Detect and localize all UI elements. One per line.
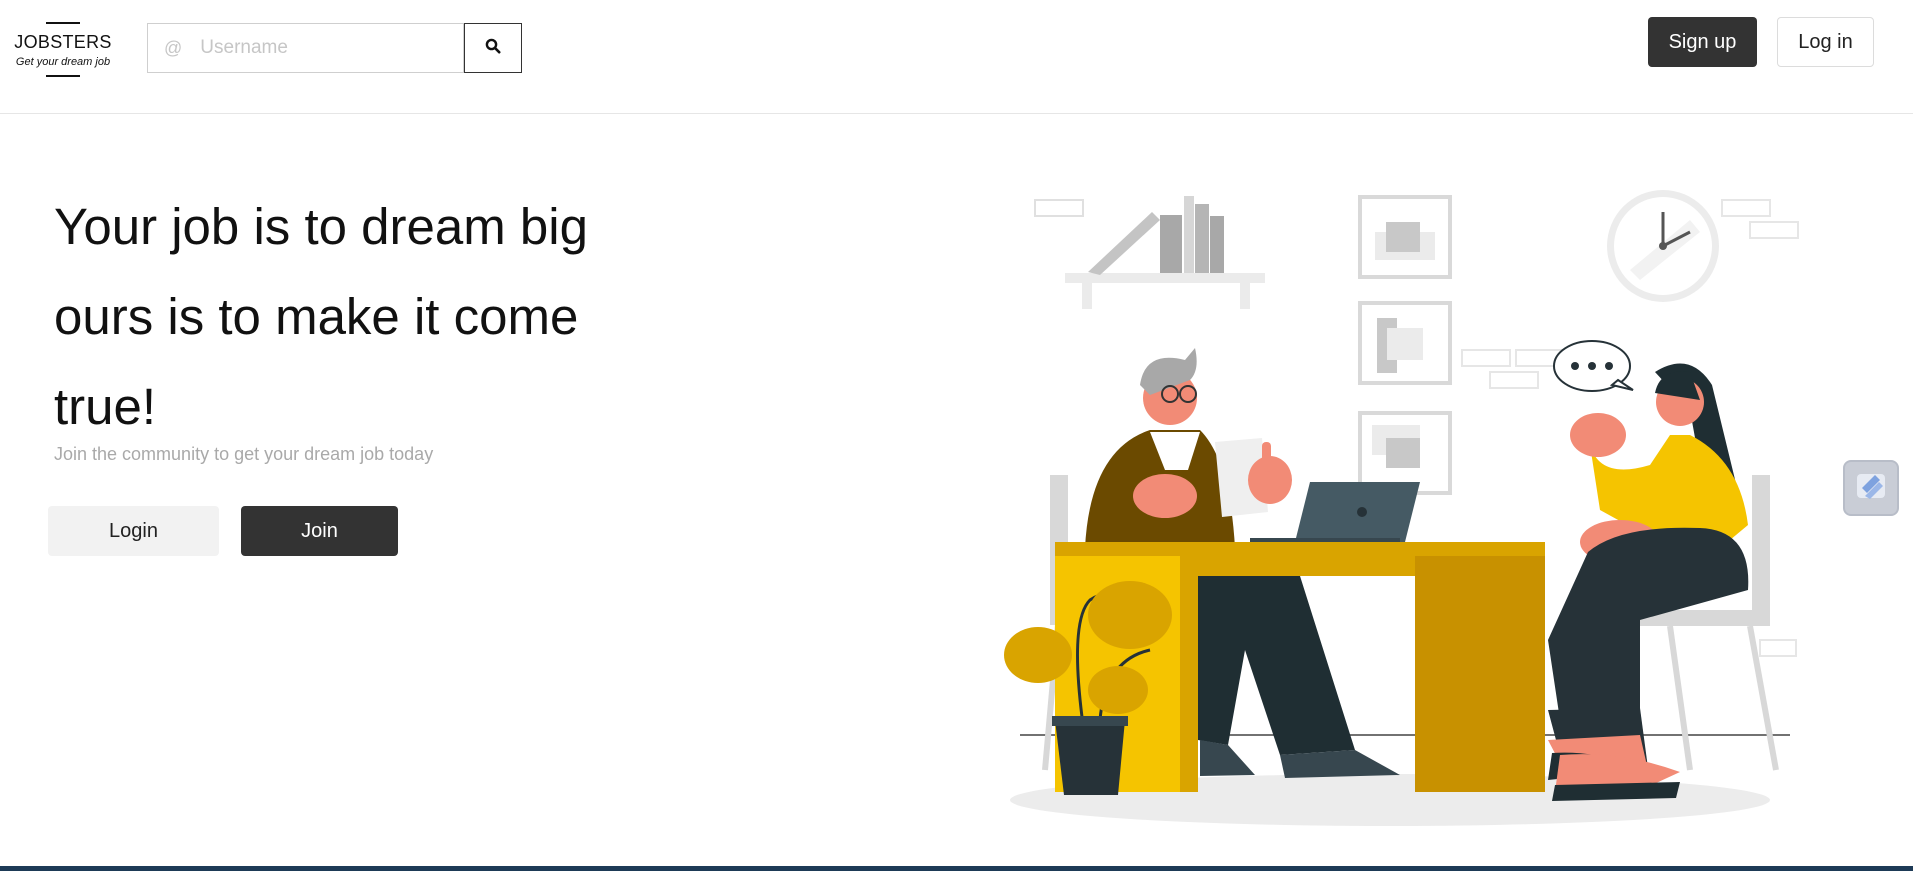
brand-name: JOBSTERS — [14, 32, 112, 52]
speech-bubble — [1553, 340, 1634, 392]
search-field-wrapper: @ — [147, 23, 464, 73]
hero-title-line-2: ours is to make it come — [54, 288, 579, 345]
login-nav-button[interactable]: Log in — [1777, 17, 1874, 67]
bookshelf — [1034, 196, 1265, 309]
hero-join-button[interactable]: Join — [241, 506, 398, 556]
brand-tagline: Get your dream job — [15, 56, 111, 68]
wall-clock — [1607, 190, 1719, 302]
search-icon — [485, 38, 501, 58]
hero-login-button[interactable]: Login — [48, 506, 219, 556]
at-sign-prefix: @ — [164, 37, 183, 58]
hero-title-line-3: true! — [54, 378, 157, 435]
logo-top-line — [46, 22, 80, 24]
search-button[interactable] — [464, 23, 522, 73]
brand-logo[interactable]: JOBSTERS Get your dream job — [13, 22, 113, 84]
wall-frames — [1358, 195, 1452, 495]
logo-bottom-line — [46, 75, 80, 77]
signup-button[interactable]: Sign up — [1648, 17, 1757, 67]
man-legs — [1198, 576, 1400, 778]
top-navbar: JOBSTERS Get your dream job @ Sign up Lo… — [0, 0, 1913, 114]
man-figure — [1085, 348, 1292, 548]
floating-widget-button[interactable] — [1843, 460, 1899, 516]
hero-title-line-1: Your job is to dream big — [54, 198, 588, 255]
username-input[interactable] — [200, 37, 451, 59]
hero-title: Your job is to dream big ours is to make… — [54, 182, 614, 452]
job-interview-illustration — [1004, 190, 1799, 826]
floating-widget-icon — [1853, 468, 1889, 508]
username-search: @ — [147, 23, 522, 73]
hero-subtitle: Join the community to get your dream job… — [54, 444, 434, 464]
page-bottom-border — [0, 866, 1913, 871]
